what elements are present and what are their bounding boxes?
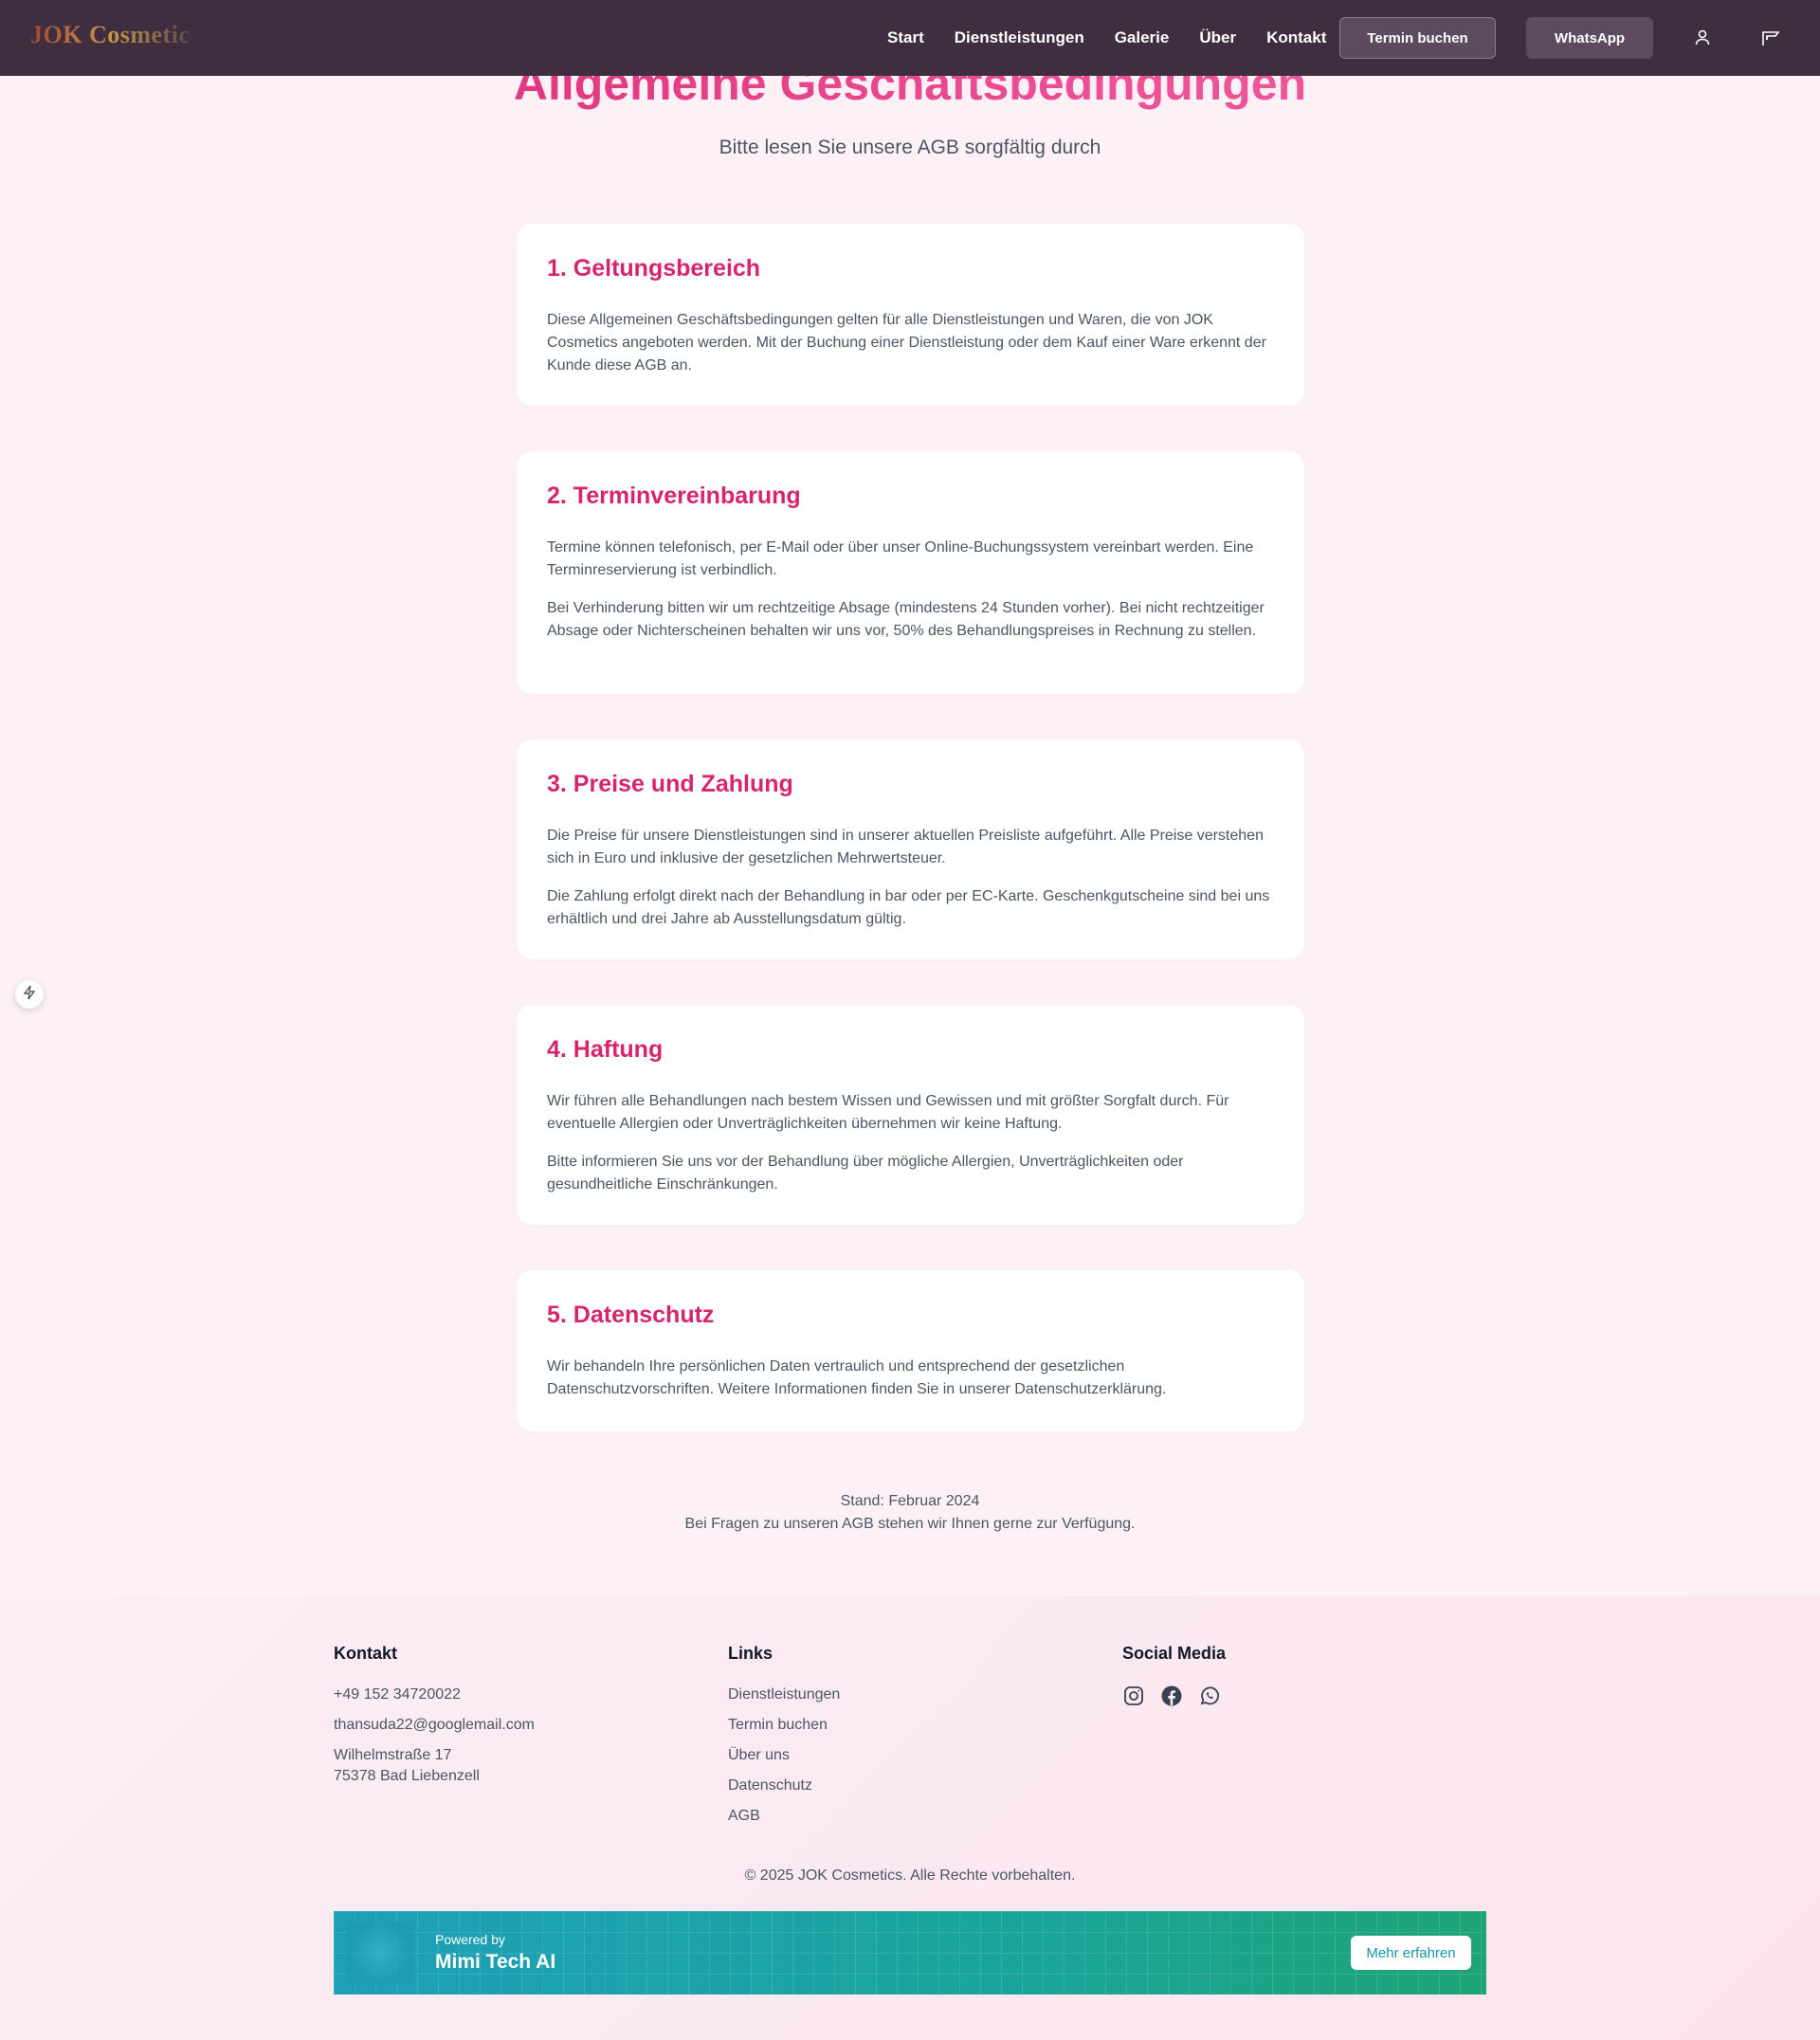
footer-link-agb[interactable]: AGB [728, 1806, 840, 1827]
footer-link-datenschutz[interactable]: Datenschutz [728, 1776, 840, 1796]
footer-phone[interactable]: +49 152 34720022 [334, 1685, 535, 1705]
page-subtitle: Bitte lesen Sie unsere AGB sorgfältig du… [719, 137, 1101, 158]
section-heading: 4. Haftung [547, 1036, 664, 1063]
whatsapp-button[interactable]: WhatsApp [1526, 17, 1653, 59]
main-nav: Start Dienstleistungen Galerie Über Kont… [887, 0, 1356, 76]
footer-social: Social Media [1122, 1644, 1226, 1707]
quick-action-button[interactable] [15, 980, 44, 1009]
questions-note: Bei Fragen zu unseren AGB stehen wir Ihn… [684, 1516, 1136, 1532]
banner-powered-by: Powered by [435, 1932, 505, 1947]
site-header: JOK Cosmetic Start Dienstleistungen Gale… [0, 0, 1820, 76]
section-paragraph: Diese Allgemeinen Geschäftsbedingungen g… [547, 312, 1266, 373]
section-paragraph: Die Preise für unsere Dienstleistungen s… [547, 828, 1264, 866]
section-preise-zahlung: 3. Preise und Zahlung Die Preise für uns… [517, 739, 1304, 959]
footer-heading: Links [728, 1644, 774, 1663]
section-paragraph: Termine können telefonisch, per E-Mail o… [547, 539, 1254, 578]
footer-links: Links Dienstleistungen Termin buchen Übe… [728, 1644, 840, 1836]
instagram-icon[interactable] [1122, 1685, 1145, 1707]
user-icon[interactable] [1691, 27, 1714, 49]
lightning-icon [23, 985, 36, 1005]
footer-heading: Social Media [1122, 1644, 1227, 1663]
footer-link-dienstleistungen[interactable]: Dienstleistungen [728, 1685, 840, 1705]
whatsapp-icon[interactable] [1198, 1685, 1221, 1707]
section-paragraph: Wir führen alle Behandlungen nach bestem… [547, 1093, 1229, 1132]
footer-contact: Kontakt +49 152 34720022 thansuda22@goog… [334, 1644, 535, 1787]
mehr-erfahren-button[interactable]: Mehr erfahren [1351, 1936, 1471, 1970]
section-paragraph: Bitte informieren Sie uns vor der Behand… [547, 1154, 1184, 1193]
section-terminvereinbarung: 2. Terminvereinbarung Termine können tel… [517, 451, 1304, 694]
logo[interactable]: JOK Cosmetic [30, 21, 190, 49]
section-geltungsbereich: 1. Geltungsbereich Diese Allgemeinen Ges… [517, 224, 1304, 406]
footer-street: Wilhelmstraße 17 [334, 1747, 452, 1763]
site-footer: Kontakt +49 152 34720022 thansuda22@goog… [0, 1596, 1820, 2040]
footer-email[interactable]: thansuda22@googlemail.com [334, 1715, 535, 1736]
banner-brand: Mimi Tech AI [435, 1951, 556, 1973]
section-paragraph: Wir behandeln Ihre persönlichen Daten ve… [547, 1358, 1167, 1397]
section-paragraph: Die Zahlung erfolgt direkt nach der Beha… [547, 888, 1270, 927]
flag-icon[interactable] [1759, 27, 1782, 49]
section-heading: 1. Geltungsbereich [547, 255, 761, 282]
section-heading: 3. Preise und Zahlung [547, 771, 793, 797]
footer-heading: Kontakt [334, 1644, 397, 1663]
copyright: © 2025 JOK Cosmetics. Alle Rechte vorbeh… [744, 1867, 1076, 1884]
stand-date: Stand: Februar 2024 [840, 1493, 980, 1509]
nav-kontakt[interactable]: Kontakt [1266, 28, 1326, 47]
section-heading: 5. Datenschutz [547, 1302, 715, 1328]
nav-ueber[interactable]: Über [1199, 28, 1236, 47]
powered-by-banner[interactable]: Powered by Mimi Tech AI Mehr erfahren [334, 1911, 1486, 1994]
section-heading: 2. Terminvereinbarung [547, 483, 801, 509]
nav-galerie[interactable]: Galerie [1115, 28, 1170, 47]
footer-city: 75378 Bad Liebenzell [334, 1768, 480, 1784]
mimi-tech-logo [347, 1922, 413, 1983]
section-datenschutz: 5. Datenschutz Wir behandeln Ihre persön… [517, 1270, 1304, 1431]
nav-start[interactable]: Start [887, 28, 924, 47]
section-paragraph: Bei Verhinderung bitten wir um rechtzeit… [547, 600, 1265, 639]
stand-note: Stand: Februar 2024 Bei Fragen zu unsere… [0, 1490, 1820, 1536]
facebook-icon[interactable] [1160, 1685, 1183, 1707]
nav-dienstleistungen[interactable]: Dienstleistungen [955, 28, 1084, 47]
footer-link-ueber-uns[interactable]: Über uns [728, 1745, 840, 1766]
termin-buchen-button[interactable]: Termin buchen [1339, 17, 1496, 59]
footer-link-termin[interactable]: Termin buchen [728, 1715, 840, 1736]
section-haftung: 4. Haftung Wir führen alle Behandlungen … [517, 1005, 1304, 1225]
